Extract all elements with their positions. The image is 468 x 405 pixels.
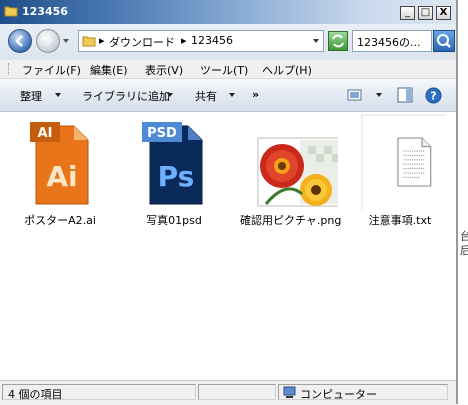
refresh-button[interactable]: [328, 31, 348, 51]
breadcrumb-folder[interactable]: 123456: [191, 34, 233, 47]
file-name: ポスターA2.ai: [24, 214, 96, 227]
file-type-tab: AI: [38, 126, 53, 141]
file-name: 確認用ピクチャ.png: [240, 214, 342, 227]
chevron-down-icon[interactable]: [376, 93, 382, 97]
menu-bar: ファイル(F) 編集(E) 表示(V) ツール(T) ヘルプ(H): [0, 60, 456, 79]
menu-file[interactable]: ファイル(F): [22, 62, 81, 78]
recent-pages-dropdown[interactable]: [63, 39, 69, 43]
menu-grip: [8, 63, 11, 75]
illustrator-file-icon: AI Ai: [30, 122, 89, 205]
window-title: 123456: [22, 5, 68, 18]
text-file-icon: [361, 114, 446, 210]
svg-text:?: ?: [430, 90, 436, 103]
refresh-icon: [332, 34, 344, 48]
status-location: コンピューター: [300, 388, 377, 401]
file-type-badge: Ai: [46, 160, 77, 193]
arrow-right-icon: [45, 35, 53, 47]
status-cell: [198, 384, 276, 400]
address-row: ▸ ダウンロード ▸ 123456 123456の...: [0, 24, 456, 60]
maximize-button[interactable]: □: [418, 6, 433, 20]
background-text: 后: [460, 244, 468, 257]
png-image-thumbnail: [257, 137, 338, 207]
arrow-left-icon: [15, 35, 23, 47]
organize-button[interactable]: 整理: [20, 88, 42, 104]
forward-button[interactable]: [36, 29, 60, 53]
search-icon: [437, 34, 451, 48]
file-type-tab: PSD: [147, 126, 177, 141]
chevron-down-icon: [167, 93, 173, 97]
address-bar[interactable]: ▸ ダウンロード ▸ 123456: [78, 30, 324, 52]
add-to-library-button[interactable]: ライブラリに追加: [82, 88, 170, 104]
share-button[interactable]: 共有: [195, 88, 217, 104]
menu-view[interactable]: 表示(V): [145, 62, 183, 78]
view-options-icon[interactable]: [347, 88, 363, 102]
minimize-button[interactable]: _: [400, 6, 415, 20]
status-bar: 4 個の項目 コンピューター: [0, 380, 456, 405]
more-commands-button[interactable]: »: [252, 88, 259, 101]
search-button[interactable]: [433, 30, 455, 52]
back-button[interactable]: [8, 29, 32, 53]
breadcrumb-downloads[interactable]: ダウンロード: [109, 34, 175, 50]
chevron-right-icon[interactable]: ▸: [99, 34, 105, 47]
file-name: 写真01psd: [146, 214, 202, 227]
preview-pane-icon[interactable]: [397, 87, 413, 103]
file-type-badge: Ps: [158, 160, 195, 193]
help-icon[interactable]: ?: [425, 87, 442, 104]
computer-icon: [283, 386, 296, 398]
explorer-window: 123456 _ □ X ▸ ダウンロード ▸ 123456 123456の..…: [0, 0, 458, 405]
file-item[interactable]: PSD Ps 写真01psd: [126, 120, 222, 230]
folder-icon: [82, 36, 96, 47]
menu-tools[interactable]: ツール(T): [200, 62, 248, 78]
item-count: 4 個の項目: [8, 388, 63, 401]
photoshop-file-icon: PSD Ps: [142, 122, 203, 205]
file-item[interactable]: AI Ai ポスターA2.ai: [12, 120, 108, 230]
menu-edit[interactable]: 編集(E): [90, 62, 128, 78]
search-input[interactable]: 123456の...: [352, 30, 432, 52]
folder-icon: [4, 6, 18, 17]
chevron-right-icon[interactable]: ▸: [181, 34, 187, 47]
file-item[interactable]: 注意事項.txt: [352, 114, 448, 230]
title-bar[interactable]: 123456 _ □ X: [0, 0, 456, 24]
chevron-down-icon: [55, 93, 61, 97]
chevron-down-icon: [229, 93, 235, 97]
file-list-pane[interactable]: AI Ai ポスターA2.ai PSD Ps 写真01psd 確認用ピクチャ.p…: [0, 112, 456, 380]
command-bar: 整理 ライブラリに追加 共有 » ?: [0, 79, 456, 112]
address-history-dropdown[interactable]: [313, 39, 319, 43]
file-item[interactable]: 確認用ピクチャ.png: [240, 120, 342, 230]
close-button[interactable]: X: [436, 6, 451, 20]
file-name: 注意事項.txt: [368, 214, 432, 227]
menu-help[interactable]: ヘルプ(H): [262, 62, 312, 78]
